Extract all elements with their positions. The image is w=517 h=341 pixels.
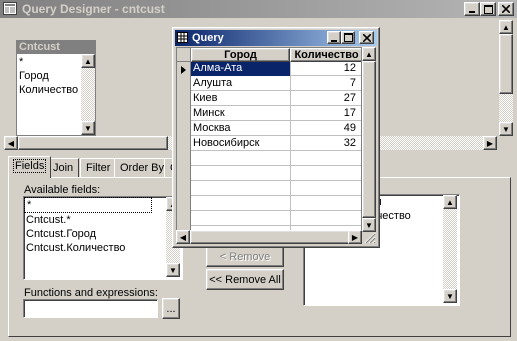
query-window-title: Query <box>192 32 224 44</box>
available-item-cntcust-all[interactable]: Cntcust.* <box>24 213 182 227</box>
cell-city[interactable]: Алма-Ата <box>191 62 290 76</box>
functions-input[interactable] <box>23 299 158 318</box>
minimize-button[interactable] <box>464 2 480 16</box>
tab-order-by-label: Order By <box>120 162 165 174</box>
table-row[interactable]: Минск 17 <box>191 107 361 121</box>
cell-city[interactable]: Москва <box>193 122 231 135</box>
column-header-count[interactable]: Количество <box>290 48 361 62</box>
tab-join-label: Join <box>53 162 74 174</box>
table-row[interactable]: Киев 27 <box>191 92 361 106</box>
cell-count[interactable]: 32 <box>290 137 360 150</box>
grid-header-corner <box>177 48 191 62</box>
table-field-count[interactable]: Количество <box>17 83 81 97</box>
cell-count[interactable]: 12 <box>290 62 360 75</box>
available-fields-list[interactable]: * Cntcust.* Cntcust.Город Cntcust.Количе… <box>23 196 183 280</box>
available-item-cntcust-city[interactable]: Cntcust.Город <box>24 227 182 241</box>
cell-count[interactable]: 7 <box>290 77 360 90</box>
query-close-button[interactable] <box>359 31 374 44</box>
row-indicator-column <box>177 62 191 243</box>
grid-icon <box>177 32 188 46</box>
close-button[interactable] <box>498 2 514 16</box>
scroll-up-arrow-icon[interactable]: ▲ <box>499 20 513 34</box>
functions-browse-button[interactable]: ... <box>162 298 180 319</box>
scroll-up-arrow-icon[interactable]: ▲ <box>443 195 457 209</box>
table-field-all[interactable]: * <box>17 55 81 69</box>
query-grid[interactable]: Город Количество Алма-Ата 12 Алушта 7 Ки… <box>176 47 362 244</box>
available-fields-label: Available fields: <box>24 184 101 196</box>
grid-rows: Алма-Ата 12 Алушта 7 Киев 27 Минск 17 Мо… <box>191 62 361 243</box>
table-row[interactable]: Новосибирск 32 <box>191 137 361 151</box>
main-window-title: Query Designer - cntcust <box>22 2 165 16</box>
v-scroll-thumb[interactable] <box>499 34 513 94</box>
query-window[interactable]: Query Город Количество Алма-Ата 12 Алушт… <box>172 27 380 248</box>
tab-fields[interactable]: Fields <box>8 156 52 178</box>
query-h-scroll-thumb[interactable] <box>190 230 350 244</box>
selected-fields-scrollbar[interactable]: ▲ ▼ <box>443 195 457 303</box>
cell-count[interactable]: 17 <box>290 107 360 120</box>
empty-row <box>191 152 361 166</box>
tab-filter[interactable]: Filter <box>80 158 117 178</box>
scroll-down-arrow-icon[interactable]: ▼ <box>443 289 457 303</box>
empty-row <box>191 167 361 181</box>
query-maximize-button[interactable] <box>341 31 355 44</box>
empty-row <box>191 212 361 226</box>
table-box-scrollbar[interactable]: ▲ ▼ <box>81 54 95 135</box>
table-box-title[interactable]: Cntcust <box>17 41 95 54</box>
main-title-bar[interactable]: Query Designer - cntcust <box>0 0 517 18</box>
query-v-scrollbar[interactable]: ▲ ▼ <box>362 47 376 232</box>
query-h-scrollbar[interactable]: ◀ ▶ <box>176 230 362 244</box>
query-title-bar[interactable]: Query <box>175 30 377 46</box>
h-scroll-thumb[interactable] <box>18 136 168 150</box>
tab-fields-label: Fields <box>12 159 47 173</box>
tab-filter-label: Filter <box>86 162 111 174</box>
scroll-down-arrow-icon[interactable]: ▼ <box>166 263 180 277</box>
tab-order-by[interactable]: Order By <box>114 158 171 178</box>
column-header-city[interactable]: Город <box>191 48 290 62</box>
scroll-up-arrow-icon[interactable]: ▲ <box>81 54 95 68</box>
cell-city[interactable]: Новосибирск <box>193 137 259 150</box>
app-icon <box>3 2 17 15</box>
scroll-right-arrow-icon[interactable]: ▶ <box>348 230 362 244</box>
cell-count[interactable]: 49 <box>290 122 360 135</box>
scroll-right-arrow-icon[interactable]: ▶ <box>483 136 497 150</box>
table-field-city[interactable]: Город <box>17 69 81 83</box>
scroll-up-arrow-icon[interactable]: ▲ <box>362 47 376 61</box>
remove-all-button[interactable]: << Remove All <box>206 269 284 290</box>
cell-city[interactable]: Минск <box>193 107 225 120</box>
functions-label: Functions and expressions: <box>24 287 158 299</box>
table-row[interactable]: Москва 49 <box>191 122 361 136</box>
query-v-scroll-thumb[interactable] <box>362 61 376 218</box>
table-box-cntcust[interactable]: Cntcust * Город Количество ▲ ▼ <box>16 40 96 136</box>
remove-button[interactable]: < Remove <box>206 246 284 267</box>
table-row[interactable]: Алма-Ата 12 <box>191 62 361 76</box>
empty-row <box>191 182 361 196</box>
scroll-down-arrow-icon[interactable]: ▼ <box>499 122 513 136</box>
table-box-field-list[interactable]: * Город Количество <box>17 55 81 97</box>
maximize-button[interactable] <box>480 2 496 16</box>
scroll-down-arrow-icon[interactable]: ▼ <box>81 121 95 135</box>
cell-city[interactable]: Алушта <box>193 77 232 90</box>
scroll-left-arrow-icon[interactable]: ◀ <box>4 136 18 150</box>
scroll-down-arrow-icon[interactable]: ▼ <box>362 218 376 232</box>
available-item-star[interactable]: * <box>24 197 152 213</box>
tab-join[interactable]: Join <box>47 158 80 178</box>
cell-city[interactable]: Киев <box>193 92 218 105</box>
query-minimize-button[interactable] <box>327 31 341 44</box>
table-row[interactable]: Алушта 7 <box>191 77 361 91</box>
empty-row <box>191 197 361 211</box>
scroll-left-arrow-icon[interactable]: ◀ <box>176 230 190 244</box>
size-grip-icon[interactable] <box>363 231 376 244</box>
cell-count[interactable]: 27 <box>290 92 360 105</box>
diagram-v-scrollbar[interactable]: ▲ ▼ <box>499 20 513 136</box>
available-item-cntcust-count[interactable]: Cntcust.Количество <box>24 241 182 255</box>
current-row-arrow-icon <box>180 65 187 77</box>
